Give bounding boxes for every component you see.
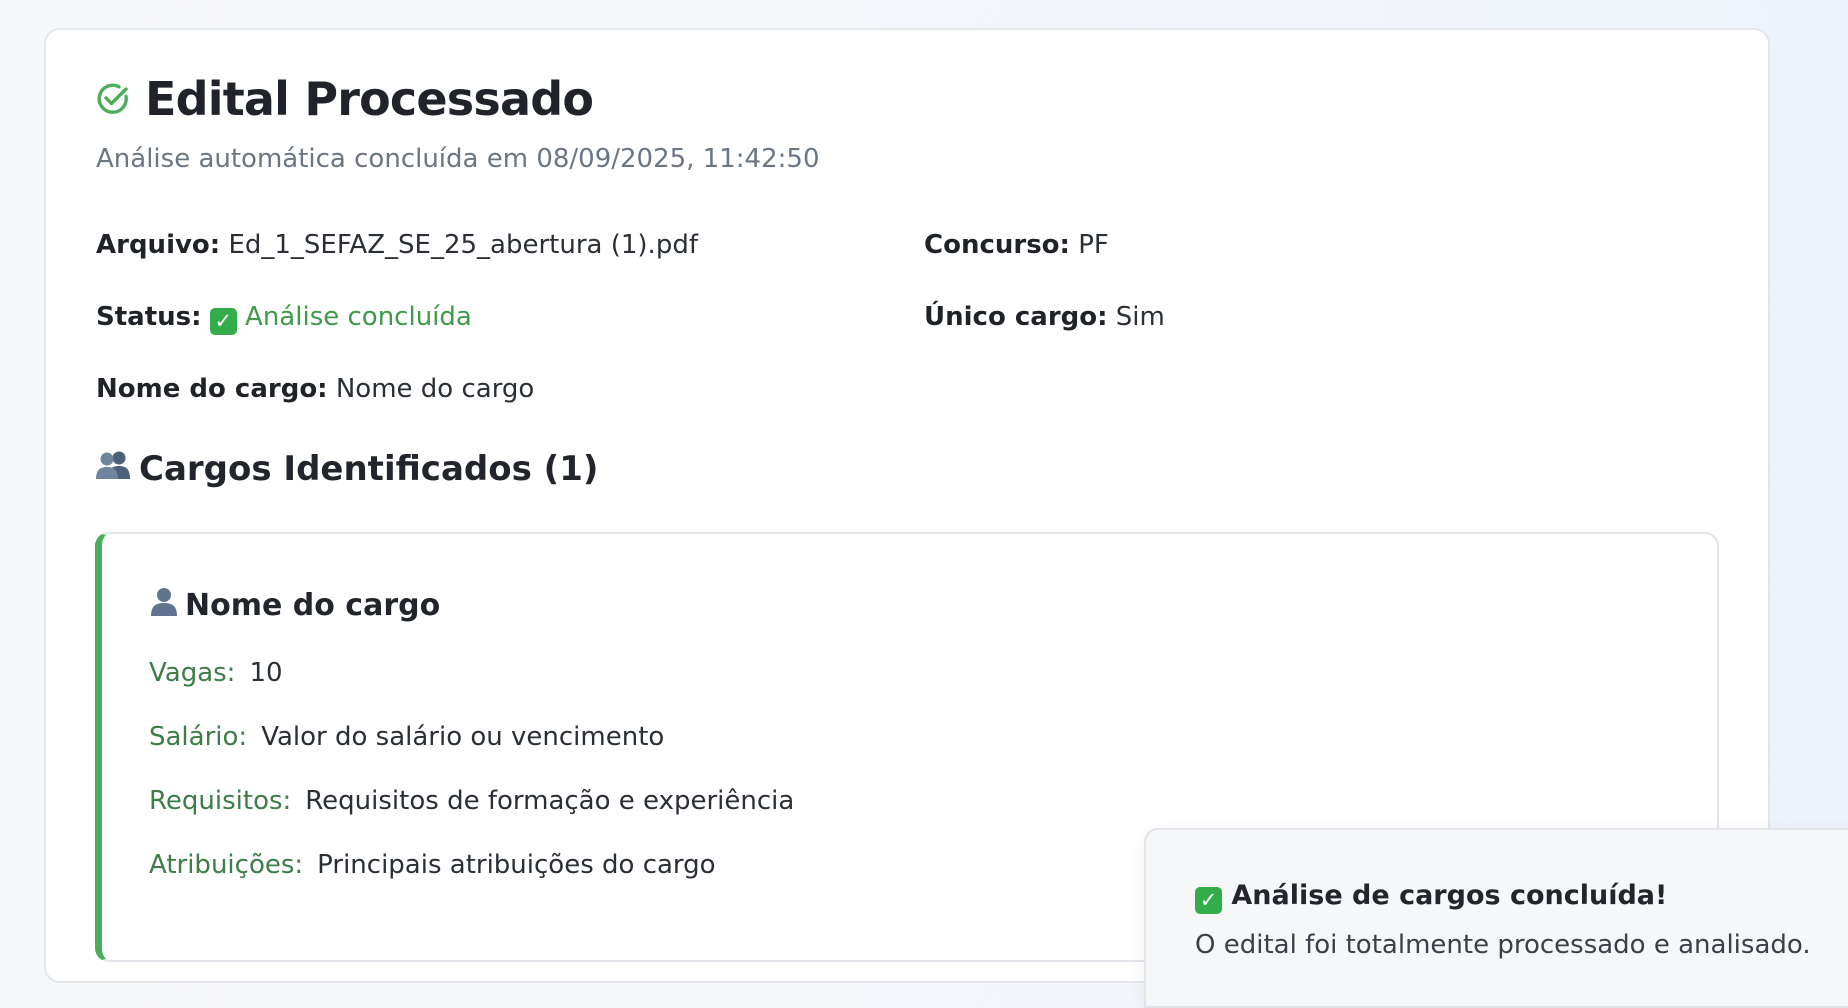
toast-message: O edital foi totalmente processado e ana… [1195,930,1811,960]
job-field-value: Valor do salário ou vencimento [261,722,665,752]
single-position-info: Único cargo: Sim [924,302,1165,332]
single-position-label: Único cargo: [924,302,1108,332]
file-label: Arquivo: [96,230,221,260]
position-name-label: Nome do cargo: [96,374,328,404]
check-mark-button-icon: ✓ [209,308,237,335]
job-title: Nome do cargo [149,586,440,624]
status-value: Análise concluída [245,302,472,332]
job-title-text: Nome do cargo [185,587,441,623]
job-field-label: Vagas: [149,658,236,688]
contest-label: Concurso: [924,230,1070,260]
contest-info: Concurso: PF [924,230,1109,260]
job-field-salario: Salário: Valor do salário ou vencimento [149,722,664,752]
status-label: Status: [96,302,202,332]
toast-title: ✓ Análise de cargos concluída! [1195,880,1667,914]
position-name-value: Nome do cargo [335,374,535,404]
job-field-label: Atribuições: [149,850,304,880]
page-subtitle: Análise automática concluída em 08/09/20… [96,144,820,174]
page-title: Edital Processado [145,72,594,126]
busts-in-silhouette-icon [95,448,131,489]
section-title: Cargos Identificados (1) [95,448,598,489]
file-value: Ed_1_SEFAZ_SE_25_abertura (1).pdf [228,230,698,260]
single-position-value: Sim [1115,302,1165,332]
job-field-vagas: Vagas: 10 [149,658,283,688]
section-title-text: Cargos Identificados (1) [139,448,599,489]
file-info: Arquivo: Ed_1_SEFAZ_SE_25_abertura (1).p… [96,230,698,260]
job-field-value: Principais atribuições do cargo [317,850,716,880]
job-field-atribuicoes: Atribuições: Principais atribuições do ca… [149,850,716,880]
job-field-requisitos: Requisitos: Requisitos de formação e expe… [149,786,794,816]
contest-value: PF [1078,230,1109,260]
job-field-value: 10 [249,658,283,688]
job-field-label: Salário: [149,722,248,752]
position-name-info: Nome do cargo: Nome do cargo [96,374,534,404]
job-field-label: Requisitos: [149,786,292,816]
check-mark-button-icon: ✓ [1195,887,1222,914]
toast-title-text: Análise de cargos concluída! [1231,880,1668,911]
status-info: Status: ✓ Análise concluída [96,302,472,335]
job-field-value: Requisitos de formação e experiência [305,786,795,816]
toast-notification[interactable]: ✓ Análise de cargos concluída! O edital … [1144,828,1848,1008]
bust-in-silhouette-icon [149,586,179,624]
header: Edital Processado [95,72,594,126]
check-circle-icon [95,81,131,117]
